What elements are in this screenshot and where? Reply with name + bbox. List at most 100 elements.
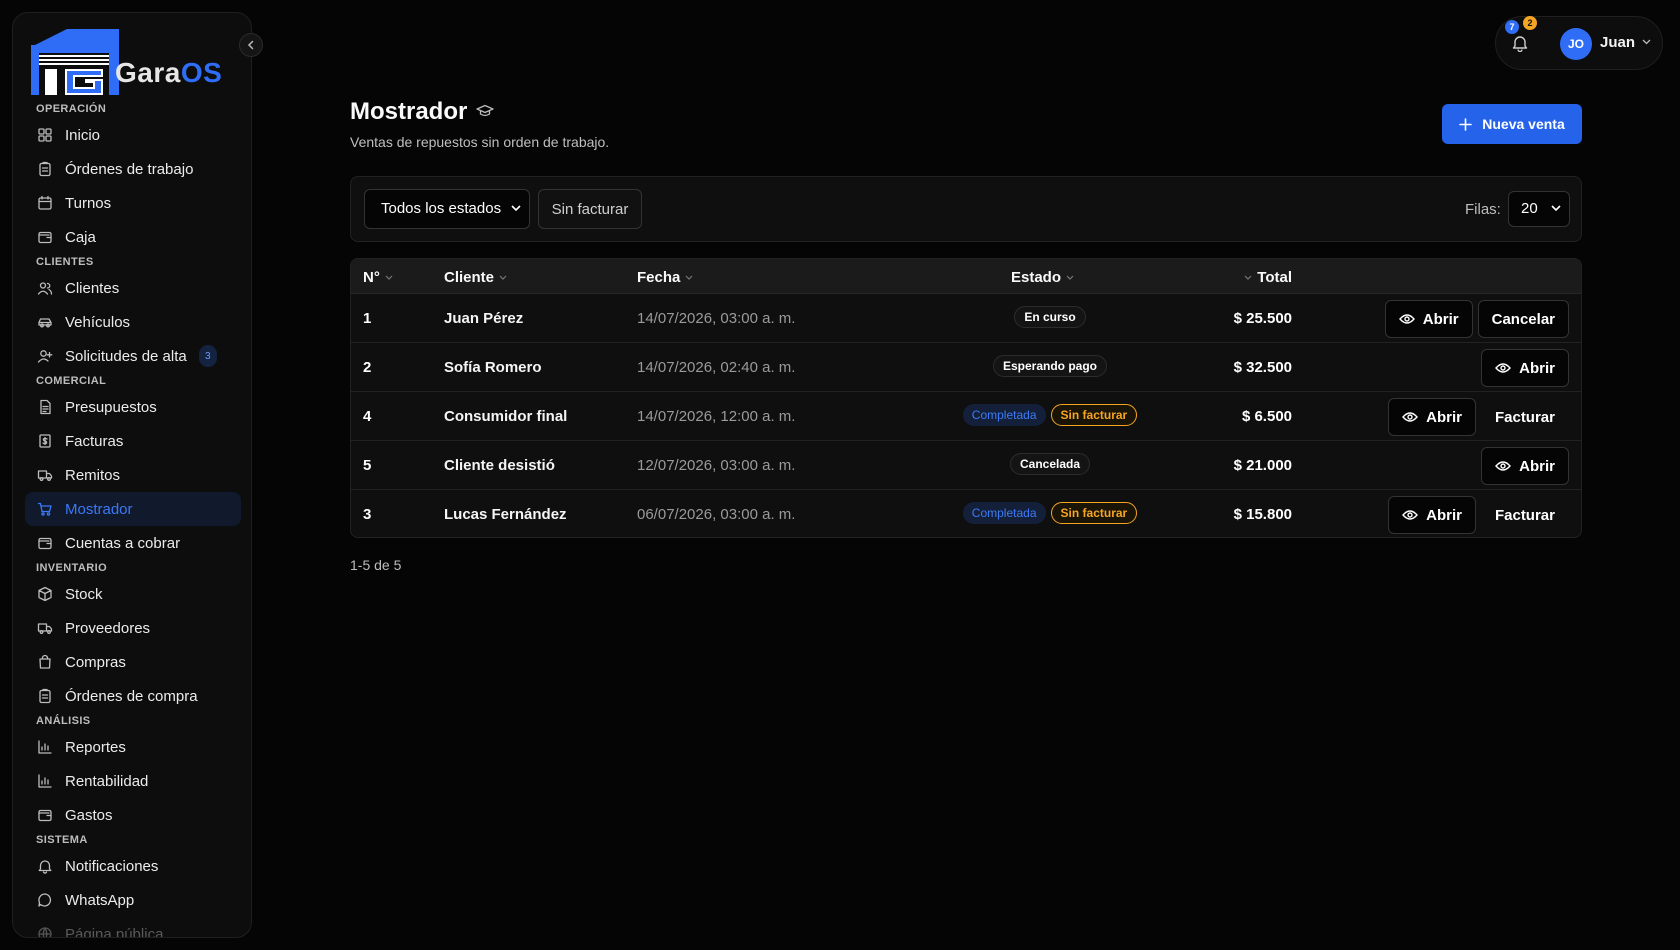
avatar[interactable]: JO [1560,28,1592,60]
table-header: N° Cliente Fecha Estado Total [351,259,1581,294]
sidebar-item-label: Facturas [65,432,124,450]
row-actions: Abrir Cancelar [1384,300,1569,338]
sidebar-item-ordenes-de-trabajo[interactable]: Órdenes de trabajo [25,152,241,186]
column-header-number[interactable]: N° [363,269,393,286]
abrir-button[interactable]: Abrir [1388,496,1476,534]
sidebar-nav: OPERACIÓN Inicio Órdenes de trabajo Turnos C… [25,101,241,938]
sidebar-item-compras[interactable]: Compras [25,645,241,679]
bell-icon [38,860,52,874]
client-name: Consumidor final [444,408,568,425]
sidebar-item-clientes[interactable]: Clientes [25,271,241,305]
table-row[interactable]: 5 Cliente desistió 12/07/2026, 03:00 a. m.… [351,441,1581,490]
status-badge: Sin facturar [1050,502,1138,524]
column-header-total[interactable]: Total [1244,269,1292,286]
abrir-button[interactable]: Abrir [1384,300,1473,338]
eye-icon [1495,363,1512,373]
car-icon [38,318,52,328]
sidebar-item-presupuestos[interactable]: Presupuestos [25,390,241,424]
sidebar-item-vehiculos[interactable]: Vehículos [25,305,241,339]
sidebar-item-label: Página pública [65,925,164,938]
rows-per-page-select[interactable]: 20 [1508,191,1570,227]
sort-icon [499,275,507,280]
sale-number: 5 [363,457,372,474]
abrir-label: Abrir [1519,457,1555,475]
sidebar-item-badge: 3 [198,345,217,367]
graduation-cap-icon[interactable] [476,104,494,118]
user-name[interactable]: Juan [1600,34,1635,51]
status-cell: Completada Sin facturar [929,502,1171,524]
cancelar-button[interactable]: Cancelar [1477,300,1569,338]
state-filter-select[interactable]: Todos los estados [364,189,530,229]
truck-icon [37,470,53,481]
column-header-status[interactable]: Estado [1011,269,1074,286]
eye-icon [1398,314,1415,324]
sidebar-item-solicitudes-de-alta[interactable]: Solicitudes de alta 3 [25,339,241,373]
sidebar-item-label: Reportes [65,738,126,756]
user-toolbar: 7 2 JO Juan [1495,16,1663,70]
facturar-button[interactable]: Facturar [1481,398,1569,436]
sidebar-section-title: ANÁLISIS [36,715,91,727]
abrir-button[interactable]: Abrir [1481,349,1569,387]
abrir-button[interactable]: Abrir [1388,398,1476,436]
sidebar-item-label: Clientes [65,279,120,297]
table-row[interactable]: 4 Consumidor final 14/07/2026, 12:00 a. m.… [351,392,1581,441]
sidebar-item-remitos[interactable]: Remitos [25,458,241,492]
sidebar-item-whatsapp[interactable]: WhatsApp [25,883,241,917]
sidebar-item-cuentas-a-cobrar[interactable]: Cuentas a cobrar [25,526,241,560]
notifications-button[interactable] [1512,34,1528,52]
row-actions: Abrir [1481,447,1569,485]
sidebar-item-facturas[interactable]: Facturas [25,424,241,458]
page-title: Mostrador [350,98,468,125]
sidebar-item-reportes[interactable]: Reportes [25,730,241,764]
sort-icon [1066,275,1074,280]
sale-number: 1 [363,310,372,327]
sidebar-item-inicio[interactable]: Inicio [25,118,241,152]
truck-icon [37,623,53,634]
sidebar-item-notificaciones[interactable]: Notificaciones [25,849,241,883]
sidebar-item-label: Vehículos [65,313,131,331]
table-row[interactable]: 1 Juan Pérez 14/07/2026, 03:00 a. m. En cur… [351,294,1581,343]
bar-chart-icon [38,774,52,788]
sidebar-item-stock[interactable]: Stock [25,577,241,611]
sidebar-item-rentabilidad[interactable]: Rentabilidad [25,764,241,798]
sale-date: 14/07/2026, 02:40 a. m. [637,359,796,376]
status-cell: Completada Sin facturar [929,404,1171,426]
sale-total: $ 21.000 [1233,457,1292,474]
sidebar-item-caja[interactable]: Caja [25,220,241,254]
sale-total: $ 15.800 [1233,506,1292,523]
new-sale-button[interactable]: Nueva venta [1442,104,1582,144]
sidebar-item-pagina-publica[interactable]: Página pública [25,917,241,938]
sidebar-item-gastos[interactable]: Gastos [25,798,241,832]
sales-table: N° Cliente Fecha Estado Total 1 Juan Pére… [350,258,1582,538]
plus-icon [1459,117,1473,131]
grid-icon [38,128,52,142]
abrir-button[interactable]: Abrir [1481,447,1569,485]
wallet-icon [38,809,52,822]
table-row[interactable]: 2 Sofía Romero 14/07/2026, 02:40 a. m. Espe… [351,343,1581,392]
sort-icon [385,275,393,280]
table-row[interactable]: 3 Lucas Fernández 06/07/2026, 03:00 a. m. C… [351,490,1581,537]
wallet-icon [38,231,52,244]
sidebar-item-label: Turnos [65,194,112,212]
status-badge: Cancelada [1009,453,1091,475]
status-badge: Sin facturar [1050,404,1138,426]
sidebar-section-title: CLIENTES [36,256,94,268]
chevron-down-icon[interactable] [1642,39,1651,45]
sidebar-item-proveedores[interactable]: Proveedores [25,611,241,645]
facturar-button[interactable]: Facturar [1481,496,1569,534]
sidebar-item-ordenes-de-compra[interactable]: Órdenes de compra [25,679,241,713]
sidebar-item-label: Órdenes de compra [65,687,198,705]
cart-icon [37,502,52,516]
sidebar-item-mostrador[interactable]: Mostrador [25,492,241,526]
client-name: Cliente desistió [444,457,555,474]
abrir-label: Abrir [1422,310,1459,328]
column-header-client[interactable]: Cliente [444,269,507,286]
bag-icon [39,654,51,669]
unbilled-filter-button[interactable]: Sin facturar [538,189,642,229]
sort-icon [1244,275,1252,280]
column-header-date[interactable]: Fecha [637,269,693,286]
new-sale-label: Nueva venta [1482,116,1565,132]
sidebar-item-turnos[interactable]: Turnos [25,186,241,220]
collapse-sidebar-button[interactable] [239,33,263,57]
sidebar-item-label: WhatsApp [65,891,135,909]
